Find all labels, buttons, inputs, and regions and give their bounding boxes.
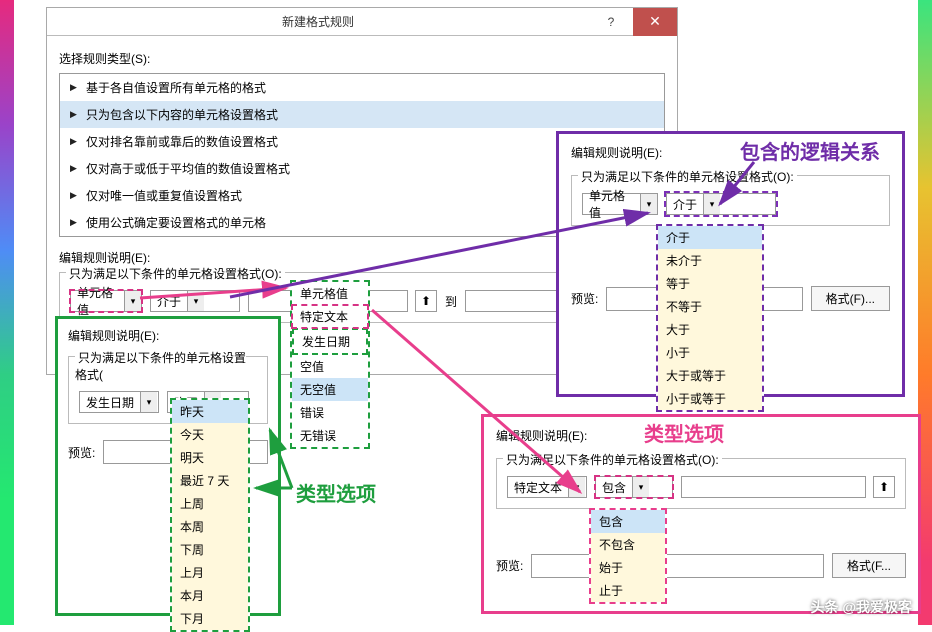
logic-opt-2[interactable]: 等于 — [658, 272, 762, 295]
cell-value-dropdown[interactable]: 单元格值 特定文本 发生日期 空值 无空值 错误 无错误 — [290, 280, 370, 449]
operator-combo[interactable]: 介于▾ — [150, 290, 240, 312]
logic-opt-6[interactable]: 大于或等于 — [658, 364, 762, 387]
logic-opt-7[interactable]: 小于或等于 — [658, 387, 762, 410]
chevron-down-icon: ▾ — [124, 291, 141, 311]
help-button[interactable]: ? — [589, 8, 633, 36]
text-group: 只为满足以下条件的单元格设置格式(O): 特定文本▾ 包含▾ ⬆ — [496, 458, 906, 509]
text-format-button[interactable]: 格式(F... — [832, 553, 906, 578]
logic-dropdown[interactable]: 介于 未介于 等于 不等于 大于 小于 大于或等于 小于或等于 — [656, 224, 764, 412]
watermark: 头条 @我爱极客 — [810, 597, 912, 617]
dialog-title: 新建格式规则 — [47, 13, 589, 30]
opt-noblank[interactable]: 无空值 — [292, 378, 368, 401]
opt-specific-text[interactable]: 特定文本 — [292, 305, 368, 328]
date-opt-3[interactable]: 最近 7 天 — [172, 469, 248, 492]
ann-logic-relation: 包含的逻辑关系 — [740, 136, 880, 165]
opt-noerror[interactable]: 无错误 — [292, 424, 368, 447]
chevron-down-icon: ▾ — [187, 291, 204, 311]
logic-op-combo[interactable]: 介于▾ — [666, 193, 776, 215]
text-opt-2[interactable]: 始于 — [591, 556, 665, 579]
chevron-down-icon: ▾ — [568, 477, 585, 497]
date-left-combo[interactable]: 发生日期▾ — [79, 391, 159, 413]
rule-0[interactable]: 基于各自值设置所有单元格的格式 — [60, 74, 664, 101]
cell-value-combo[interactable]: 单元格值▾ — [70, 290, 142, 312]
text-preview-label: 预览: — [496, 557, 523, 574]
text-opt-0[interactable]: 包含 — [591, 510, 665, 533]
chevron-down-icon: ▾ — [140, 392, 157, 412]
logic-opt-3[interactable]: 不等于 — [658, 295, 762, 318]
date-opt-4[interactable]: 上周 — [172, 492, 248, 515]
opt-cell-value[interactable]: 单元格值 — [292, 282, 368, 305]
logic-preview-label: 预览: — [571, 290, 598, 307]
text-opt-1[interactable]: 不包含 — [591, 533, 665, 556]
condition-label: 只为满足以下条件的单元格设置格式(O): — [66, 267, 285, 281]
between-label: 到 — [445, 293, 457, 310]
date-opt-9[interactable]: 下月 — [172, 607, 248, 630]
chevron-down-icon: ▾ — [703, 194, 720, 214]
select-type-label: 选择规则类型(S): — [59, 50, 665, 67]
date-opt-1[interactable]: 今天 — [172, 423, 248, 446]
logic-format-button[interactable]: 格式(F)... — [811, 286, 890, 311]
date-opt-5[interactable]: 本周 — [172, 515, 248, 538]
logic-opt-5[interactable]: 小于 — [658, 341, 762, 364]
date-opt-7[interactable]: 上月 — [172, 561, 248, 584]
text-opt-3[interactable]: 止于 — [591, 579, 665, 602]
date-preview-label: 预览: — [68, 444, 95, 461]
ann-type-options-2: 类型选项 — [644, 418, 724, 447]
date-opt-2[interactable]: 明天 — [172, 446, 248, 469]
rule-1[interactable]: 只为包含以下内容的单元格设置格式 — [60, 101, 664, 128]
logic-opt-1[interactable]: 未介于 — [658, 249, 762, 272]
text-op-combo[interactable]: 包含▾ — [595, 476, 673, 498]
opt-error[interactable]: 错误 — [292, 401, 368, 424]
date-opt-6[interactable]: 下周 — [172, 538, 248, 561]
close-button[interactable]: ✕ — [633, 8, 677, 36]
logic-opt-0[interactable]: 介于 — [658, 226, 762, 249]
text-range-picker[interactable]: ⬆ — [873, 476, 895, 498]
logic-opt-4[interactable]: 大于 — [658, 318, 762, 341]
logic-group: 只为满足以下条件的单元格设置格式(O): 单元格值▾ 介于▾ — [571, 175, 890, 226]
logic-left-combo[interactable]: 单元格值▾ — [582, 193, 658, 215]
date-edit-label: 编辑规则说明(E): — [68, 327, 268, 344]
gradient-left — [0, 0, 14, 625]
opt-blank[interactable]: 空值 — [292, 355, 368, 378]
chevron-down-icon: ▾ — [640, 194, 657, 214]
text-preview — [531, 554, 824, 578]
text-left-combo[interactable]: 特定文本▾ — [507, 476, 587, 498]
date-dropdown[interactable]: 昨天 今天 明天 最近 7 天 上周 本周 下周 上月 本月 下月 — [170, 398, 250, 632]
date-opt-0[interactable]: 昨天 — [172, 400, 248, 423]
range-picker-1[interactable]: ⬆ — [415, 290, 437, 312]
date-opt-8[interactable]: 本月 — [172, 584, 248, 607]
chevron-down-icon: ▾ — [632, 477, 649, 497]
text-dropdown[interactable]: 包含 不包含 始于 止于 — [589, 508, 667, 604]
opt-date[interactable]: 发生日期 — [292, 328, 368, 355]
ann-type-options-1: 类型选项 — [296, 478, 376, 507]
text-value-input[interactable] — [681, 476, 866, 498]
titlebar: 新建格式规则 ? ✕ — [47, 8, 677, 36]
